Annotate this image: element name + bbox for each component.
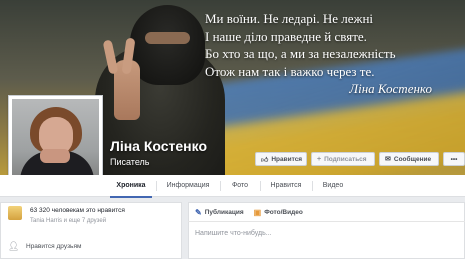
- like-label: Нравится: [271, 155, 303, 163]
- photo-video-tab[interactable]: ▣ Фото/Видео: [254, 208, 303, 217]
- message-button[interactable]: ✉ Сообщение: [379, 152, 439, 166]
- more-button[interactable]: •••: [443, 152, 465, 166]
- tab-likes[interactable]: Нравится: [264, 175, 308, 197]
- quote-line: І наше діло праведне й святе.: [205, 28, 367, 44]
- fighter-eyes: [145, 32, 190, 44]
- page-tabs: Хроника Информация Фото Нравится Видео: [0, 175, 465, 198]
- pencil-icon: ✎: [195, 208, 202, 217]
- friend-avatar[interactable]: [8, 206, 22, 220]
- tab-timeline[interactable]: Хроника: [110, 175, 152, 198]
- facebook-page: Ми воїни. Не ледарі. Не лежні І наше діл…: [0, 0, 465, 259]
- subscribe-button[interactable]: + Подписаться: [311, 152, 375, 166]
- page-title[interactable]: Ліна Костенко: [110, 138, 207, 154]
- tab-divider: [260, 181, 261, 191]
- tab-videos[interactable]: Видео: [316, 175, 350, 197]
- like-button[interactable]: 👍︎ Нравится: [255, 152, 307, 166]
- publication-label: Публикация: [204, 209, 244, 216]
- thumbs-up-icon: 👍︎: [261, 156, 269, 164]
- likes-count[interactable]: 63 320 человекам это нравится: [30, 207, 125, 214]
- friends-liked-label: Нравится друзьям: [26, 242, 82, 250]
- tab-photos[interactable]: Фото: [224, 175, 256, 197]
- avatar-hands: [40, 149, 70, 163]
- more-dots-icon: •••: [450, 155, 458, 163]
- publication-tab[interactable]: ✎ Публикация: [195, 208, 244, 217]
- quote-author: Ліна Костенко: [349, 81, 432, 96]
- friends-icon: 👤︎: [8, 241, 20, 251]
- composer-tabs: ✎ Публикация ▣ Фото/Видео: [195, 208, 303, 217]
- cover-quote: Ми воїни. Не ледарі. Не лежні І наше діл…: [205, 10, 460, 98]
- quote-line: Ми воїни. Не ледарі. Не лежні: [205, 11, 374, 26]
- page-category: Писатель: [110, 157, 150, 167]
- post-input[interactable]: Напишите что-нибудь...: [195, 230, 455, 237]
- photo-video-label: Фото/Видео: [264, 209, 303, 216]
- quote-line: Бо хто за що, а ми за незалежність: [205, 46, 396, 61]
- tab-divider: [312, 181, 313, 191]
- composer-divider: [188, 221, 465, 222]
- tab-divider: [220, 181, 221, 191]
- profile-photo: [12, 99, 99, 186]
- likes-friends[interactable]: Tania Harris и еще 7 друзей: [30, 218, 106, 224]
- fighter-balaclava: [130, 5, 205, 85]
- likes-summary: [8, 206, 22, 220]
- cover-actions: 👍︎ Нравится + Подписаться ✉ Сообщение ••…: [255, 152, 465, 166]
- friends-liked-row[interactable]: 👤︎ Нравится друзьям: [8, 240, 81, 252]
- quote-line: Отож нам так і важко через те.: [205, 63, 375, 79]
- subscribe-label: Подписаться: [324, 155, 367, 163]
- victory-hand: [114, 60, 140, 120]
- camera-icon: ▣: [253, 208, 262, 217]
- message-icon: ✉: [385, 156, 391, 163]
- tab-info[interactable]: Информация: [160, 175, 216, 197]
- plus-icon: +: [317, 155, 322, 163]
- tab-divider: [156, 181, 157, 191]
- message-label: Сообщение: [393, 155, 432, 163]
